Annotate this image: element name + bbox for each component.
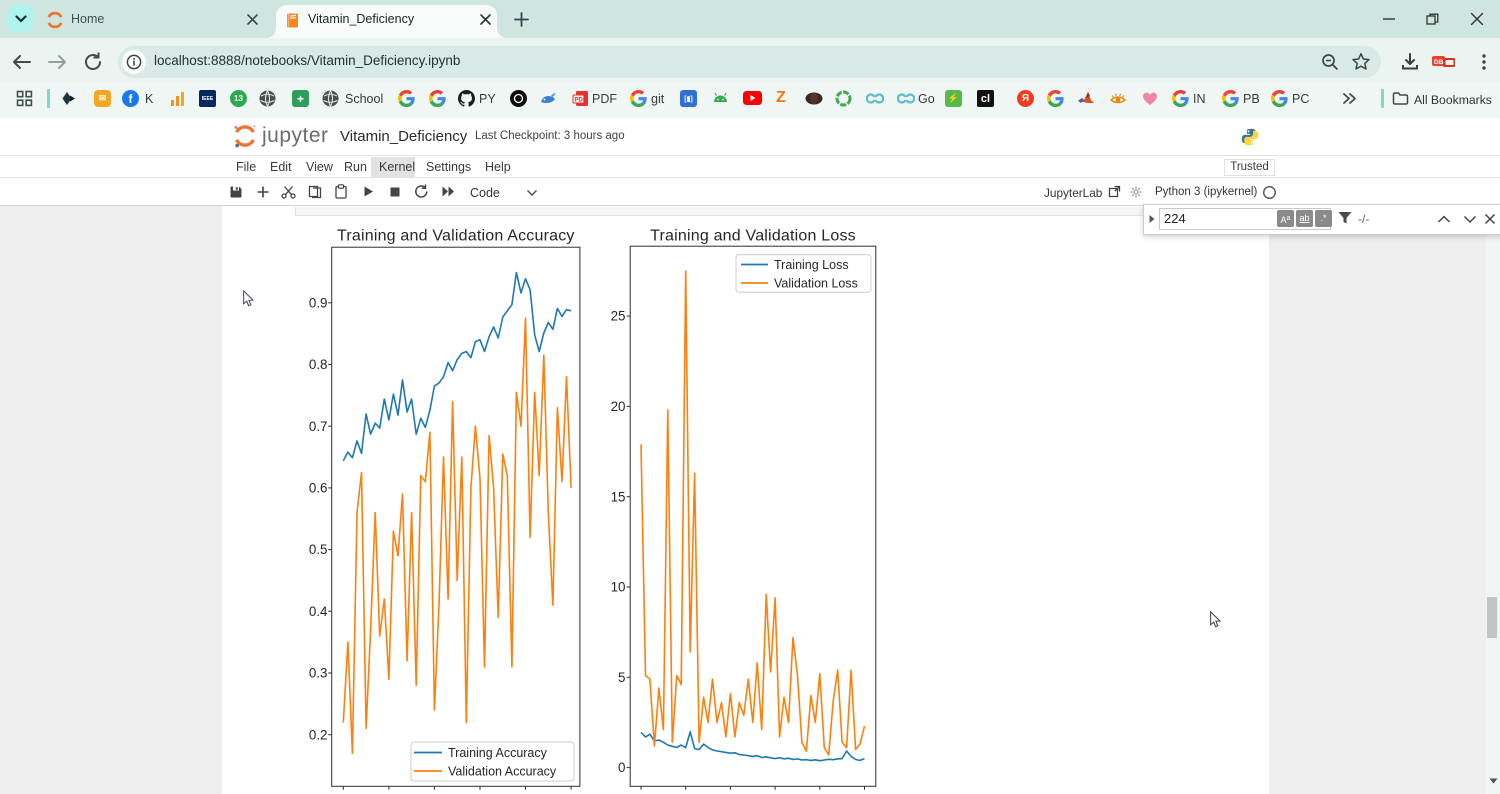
svg-text:0.4: 0.4	[309, 604, 328, 619]
svg-text:Training Accuracy: Training Accuracy	[448, 746, 548, 760]
svg-text:Validation Accuracy: Validation Accuracy	[448, 765, 557, 779]
svg-text:0.3: 0.3	[309, 666, 328, 681]
svg-text:PDF: PDF	[575, 98, 587, 104]
svg-text:0.6: 0.6	[309, 481, 328, 496]
svg-text:5: 5	[618, 670, 625, 685]
svg-text:0.8: 0.8	[309, 357, 328, 372]
svg-text:25: 25	[611, 309, 626, 324]
svg-text:0: 0	[618, 760, 625, 775]
svg-text:DB: DB	[1434, 59, 1444, 66]
svg-text:Training and Validation Accura: Training and Validation Accuracy	[337, 228, 575, 245]
svg-text:10: 10	[611, 580, 626, 595]
svg-text:Validation Loss: Validation Loss	[774, 277, 858, 291]
svg-text:0.2: 0.2	[309, 727, 328, 742]
svg-text:0.7: 0.7	[309, 419, 328, 434]
svg-text:Training Loss: Training Loss	[774, 258, 849, 272]
svg-text:0.9: 0.9	[309, 295, 328, 310]
svg-text:Training and Validation Loss: Training and Validation Loss	[650, 228, 856, 245]
svg-text:0.5: 0.5	[309, 542, 328, 557]
svg-text:15: 15	[611, 489, 626, 504]
svg-text:20: 20	[611, 399, 626, 414]
